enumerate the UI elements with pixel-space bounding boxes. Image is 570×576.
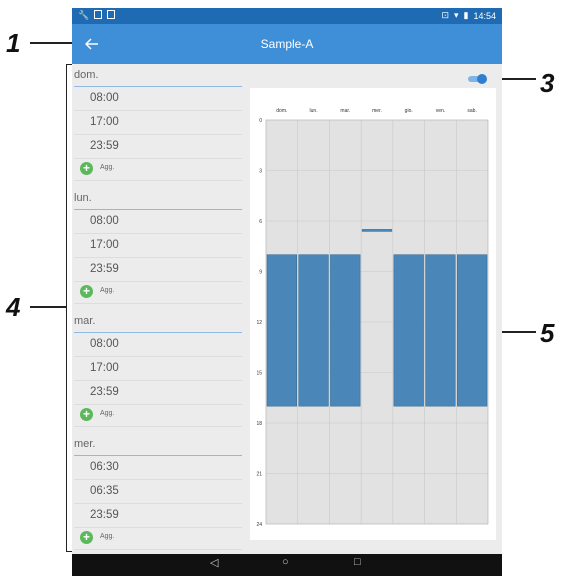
- x-tick-label: lun.: [310, 108, 318, 114]
- time-value: 08:00: [90, 338, 119, 350]
- time-entry[interactable]: 23:59: [74, 380, 242, 405]
- x-tick-label: mer.: [372, 108, 382, 114]
- wrench-icon: 🔧: [78, 10, 90, 20]
- y-tick-label: 21: [256, 472, 262, 478]
- time-value: 08:00: [90, 215, 119, 227]
- bar-mer: [361, 229, 393, 232]
- nav-back-button[interactable]: ◁: [210, 556, 218, 569]
- bar-lun: [298, 254, 329, 407]
- add-label: Agg.: [100, 164, 115, 171]
- add-label: Agg.: [100, 533, 115, 540]
- schedule-toggle[interactable]: [468, 74, 487, 84]
- time-entry[interactable]: 23:59: [74, 503, 242, 528]
- app-bar: Sample-A: [72, 24, 502, 64]
- time-value: 17:00: [90, 116, 119, 128]
- plus-icon: +: [80, 162, 93, 175]
- chart-panel: 0 3 6 9 12 15 18 21 24 dom. lun. mar. mer. gio. ven. sa…: [250, 88, 496, 540]
- add-time-button[interactable]: + Agg.: [74, 281, 242, 304]
- status-bar: 🔧 ⊡ ▾ ▮ 14:54: [72, 8, 502, 24]
- day-header-lun: lun.: [74, 187, 242, 210]
- y-tick-label: 0: [259, 118, 262, 124]
- schedule-list[interactable]: dom. 08:00 17:00 23:59 + Agg. lun. 08:00 …: [72, 64, 244, 552]
- time-entry[interactable]: 06:35: [74, 479, 242, 504]
- plus-icon: +: [80, 531, 93, 544]
- time-value: 17:00: [90, 239, 119, 251]
- time-value: 06:30: [90, 461, 119, 473]
- weekly-schedule-chart: 0 3 6 9 12 15 18 21 24 dom. lun. mar. mer. gio. ven. sa…: [256, 108, 489, 528]
- add-time-button[interactable]: + Agg.: [74, 404, 242, 427]
- add-label: Agg.: [100, 410, 115, 417]
- callout-1: 1: [6, 28, 21, 58]
- nav-home-button[interactable]: ○: [282, 556, 289, 568]
- time-entry[interactable]: 17:00: [74, 233, 242, 258]
- callout-3: 3: [540, 68, 555, 98]
- bar-dom: [266, 254, 297, 407]
- time-value: 17:00: [90, 362, 119, 374]
- time-value: 08:00: [90, 92, 119, 104]
- time-value: 23:59: [90, 509, 119, 521]
- add-time-button[interactable]: + Agg.: [74, 158, 242, 181]
- image-icon: [94, 10, 103, 19]
- time-entry[interactable]: 08:00: [74, 86, 242, 111]
- bar-gio: [393, 254, 424, 407]
- add-label: Agg.: [100, 287, 115, 294]
- bar-ven: [425, 254, 456, 407]
- x-tick-label: dom.: [276, 108, 287, 114]
- device-screen: 🔧 ⊡ ▾ ▮ 14:54 Sample-A dom. 08:00 17:00 …: [72, 8, 502, 576]
- add-time-button[interactable]: + Agg.: [74, 527, 242, 550]
- nav-bar: ◁ ○ □: [72, 554, 502, 576]
- time-value: 23:59: [90, 263, 119, 275]
- y-tick-label: 18: [256, 421, 262, 427]
- plus-icon: +: [80, 408, 93, 421]
- plus-icon: +: [80, 285, 93, 298]
- battery-icon: ▮: [463, 10, 469, 20]
- wifi-icon: ▾: [453, 10, 459, 20]
- bar-mar: [330, 254, 361, 407]
- x-tick-label: gio.: [405, 108, 413, 114]
- y-tick-label: 12: [256, 320, 262, 326]
- time-entry[interactable]: 17:00: [74, 356, 242, 381]
- nav-recent-button[interactable]: □: [354, 556, 361, 568]
- day-header-dom: dom.: [74, 64, 242, 87]
- time-entry[interactable]: 06:30: [74, 455, 242, 480]
- toggle-knob: [477, 74, 487, 84]
- callout-5: 5: [540, 318, 555, 348]
- day-header-mer: mer.: [74, 433, 242, 456]
- time-value: 06:35: [90, 485, 119, 497]
- callout-4-line: [30, 306, 66, 308]
- y-tick-label: 9: [259, 270, 262, 276]
- y-tick-label: 3: [259, 169, 262, 175]
- x-tick-label: mar.: [340, 108, 350, 114]
- time-entry[interactable]: 08:00: [74, 332, 242, 357]
- page-title: Sample-A: [260, 37, 314, 51]
- time-entry[interactable]: 08:00: [74, 209, 242, 234]
- callout-1-line: [30, 42, 78, 44]
- download-icon: [107, 10, 116, 19]
- y-tick-label: 15: [256, 371, 262, 377]
- clock-text: 14:54: [473, 10, 496, 21]
- y-tick-label: 24: [256, 522, 262, 528]
- time-entry[interactable]: 17:00: [74, 110, 242, 135]
- callout-4: 4: [6, 292, 21, 322]
- y-tick-label: 6: [259, 219, 262, 225]
- time-entry[interactable]: 23:59: [74, 257, 242, 282]
- x-tick-label: sab.: [467, 108, 476, 114]
- time-value: 23:59: [90, 140, 119, 152]
- time-entry[interactable]: 23:59: [74, 134, 242, 159]
- vibrate-icon: ⊡: [441, 10, 449, 20]
- day-header-mar: mar.: [74, 310, 242, 333]
- x-tick-label: ven.: [436, 108, 445, 114]
- time-value: 23:59: [90, 386, 119, 398]
- bar-sab: [457, 254, 488, 407]
